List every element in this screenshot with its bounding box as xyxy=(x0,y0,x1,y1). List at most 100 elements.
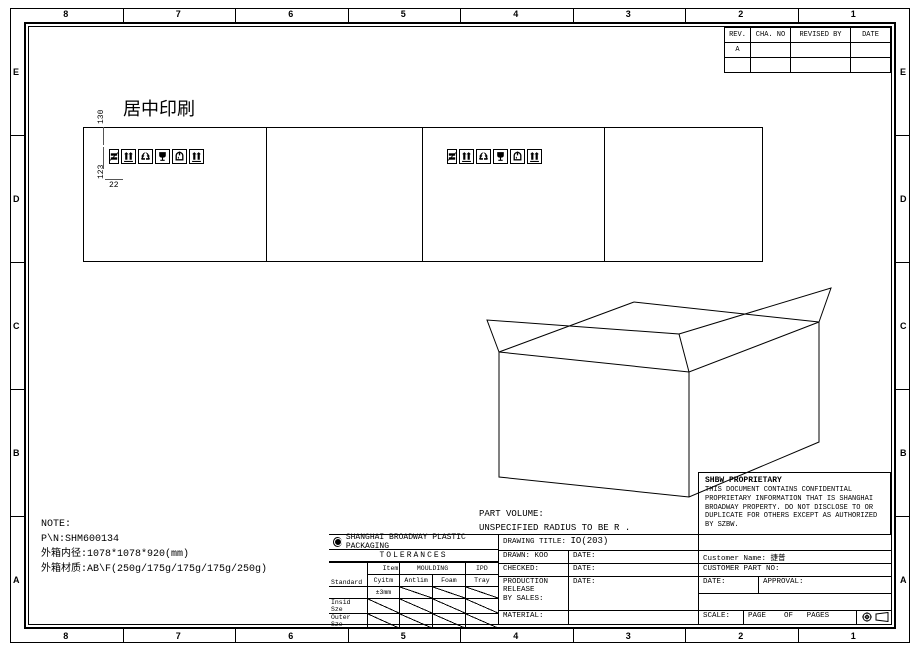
rev-val-rev: A xyxy=(725,43,751,58)
drawn-lbl: DRAWN: xyxy=(503,552,530,560)
drawing-title-val: IO(203) xyxy=(571,536,609,546)
ruler-tick xyxy=(896,262,910,263)
tol-row2-lbl: Outer Sze xyxy=(329,614,367,629)
tolerances-title: TOLERANCES xyxy=(329,550,498,562)
pages-lbl: PAGES xyxy=(807,612,830,620)
ruler-col-label: 6 xyxy=(288,631,293,641)
tol-row0-v0: ±3mm xyxy=(367,587,400,599)
tol-row1-lbl: Insid Sze xyxy=(329,599,367,614)
keep-dry-icon xyxy=(172,149,187,164)
tol-row1-v1 xyxy=(400,599,433,614)
center-print-label: 居中印刷 xyxy=(123,95,195,121)
ruler-col-label: 7 xyxy=(176,631,181,641)
cust-name-val: 捷普 xyxy=(771,553,786,562)
dimline xyxy=(103,127,104,145)
fragile-icon xyxy=(493,149,508,164)
tol-hdr-standard: Standard xyxy=(329,563,367,587)
ruler-col-label: 2 xyxy=(738,9,743,19)
tol-row2-v0 xyxy=(367,614,400,629)
ruler-tick xyxy=(460,8,461,22)
ruler-row-label: E xyxy=(900,67,906,77)
flat-divider xyxy=(266,128,267,261)
ruler-tick xyxy=(123,8,124,22)
of-lbl: OF xyxy=(784,612,793,620)
ruler-tick xyxy=(685,8,686,22)
dimline xyxy=(105,179,123,180)
material-lbl: MATERIAL: xyxy=(499,611,569,625)
tol-row0-lbl xyxy=(329,587,367,599)
this-way-up-icon xyxy=(121,149,136,164)
tol-hdr-moulding: MOULDING xyxy=(400,563,466,575)
handling-icons-panel2 xyxy=(109,149,204,164)
note-pn: P\N:SHM600134 xyxy=(41,532,267,547)
rev-hdr-by: REVISED BY xyxy=(791,28,851,43)
note-size: 外箱内径:1078*1078*920(mm) xyxy=(41,547,267,562)
part-info: PART VOLUME: UNSPECIFIED RADIUS TO BE R … xyxy=(479,507,630,536)
title-block: SHANGHAI BROADWAY PLASTIC PACKAGING TOLE… xyxy=(329,534,891,624)
company-row: SHANGHAI BROADWAY PLASTIC PACKAGING xyxy=(329,535,498,550)
prod-release-lbl: PRODUCTION RELEASE BY SALES: xyxy=(499,577,569,610)
tol-hdr-ipd: IPD xyxy=(465,563,498,575)
revision-block: REV. CHA. NO REVISED BY DATE A xyxy=(724,27,891,73)
ruler-col-label: 8 xyxy=(63,631,68,641)
this-way-up-icon xyxy=(459,149,474,164)
part-volume: PART VOLUME: xyxy=(479,507,630,521)
ruler-row-label: C xyxy=(13,321,20,331)
ruler-tick xyxy=(10,389,24,390)
ruler-tick xyxy=(348,629,349,643)
ruler-tick xyxy=(348,8,349,22)
approval-lbl: APPROVAL: xyxy=(759,577,891,593)
ruler-tick xyxy=(10,262,24,263)
ruler-col-label: 4 xyxy=(513,9,518,19)
tol-row1-v2 xyxy=(433,599,466,614)
ruler-col-label: 6 xyxy=(288,9,293,19)
proprietary-title: SHBW PROPRIETARY xyxy=(705,476,884,486)
rev-val-chano xyxy=(751,43,791,58)
ruler-col-label: 8 xyxy=(63,9,68,19)
tb-right: Customer Name: 捷普 CUSTOMER PART NO: DATE… xyxy=(699,535,891,624)
ruler-tick xyxy=(573,629,574,643)
ruler-row-label: B xyxy=(900,448,907,458)
rev-hdr-chano: CHA. NO xyxy=(751,28,791,43)
ruler-tick xyxy=(235,629,236,643)
tb-middle: DRAWING TITLE: IO(203) DRAWN: KOO DATE: … xyxy=(499,535,699,624)
fragile-icon xyxy=(155,149,170,164)
tolerances-table: Standard Item MOULDING IPD Cyitm Antlim … xyxy=(329,562,498,628)
page-lbl: PAGE xyxy=(748,612,766,620)
checked-lbl: CHECKED: xyxy=(499,564,569,576)
ruler-row-label: C xyxy=(900,321,907,331)
ruler-tick xyxy=(798,629,799,643)
ruler-tick xyxy=(685,629,686,643)
ruler-col-label: 5 xyxy=(401,9,406,19)
tol-sub-3: Foam xyxy=(433,575,466,587)
checked-date-lbl: DATE: xyxy=(573,565,596,573)
note-title: NOTE: xyxy=(41,517,267,532)
ruler-col-label: 5 xyxy=(401,631,406,641)
tol-row0-v2 xyxy=(433,587,466,599)
cust-part-lbl: CUSTOMER PART NO: xyxy=(699,564,891,576)
scale-lbl: SCALE: xyxy=(699,611,744,625)
drawn-val: KOO xyxy=(535,552,549,560)
company-name: SHANGHAI BROADWAY PLASTIC PACKAGING xyxy=(346,533,494,551)
proprietary-body: THIS DOCUMENT CONTAINS CONFIDENTIAL PROP… xyxy=(705,486,884,530)
notes-block: NOTE: P\N:SHM600134 外箱内径:1078*1078*920(m… xyxy=(41,517,267,577)
ruler-col-label: 7 xyxy=(176,9,181,19)
ruler-row-label: D xyxy=(13,194,20,204)
this-way-up-icon xyxy=(189,149,204,164)
tol-row2-v2 xyxy=(433,614,466,629)
tol-row0-v1 xyxy=(400,587,433,599)
rev-val-date xyxy=(851,43,891,58)
drawing-title-lbl: DRAWING TITLE: xyxy=(503,538,566,546)
ruler-tick xyxy=(10,135,24,136)
rev-hdr-rev: REV. xyxy=(725,28,751,43)
ruler-tick xyxy=(460,629,461,643)
note-mat: 外箱材质:AB\F(250g/175g/175g/175g/250g) xyxy=(41,562,267,577)
flat-divider xyxy=(604,128,605,261)
tol-row2-v1 xyxy=(400,614,433,629)
dimline xyxy=(103,147,104,169)
box-isometric xyxy=(469,282,839,502)
tb-left: SHANGHAI BROADWAY PLASTIC PACKAGING TOLE… xyxy=(329,535,499,624)
projection-symbol-icon xyxy=(861,612,889,622)
dim-123: 123 xyxy=(97,165,106,179)
ruler-row-label: D xyxy=(900,194,907,204)
